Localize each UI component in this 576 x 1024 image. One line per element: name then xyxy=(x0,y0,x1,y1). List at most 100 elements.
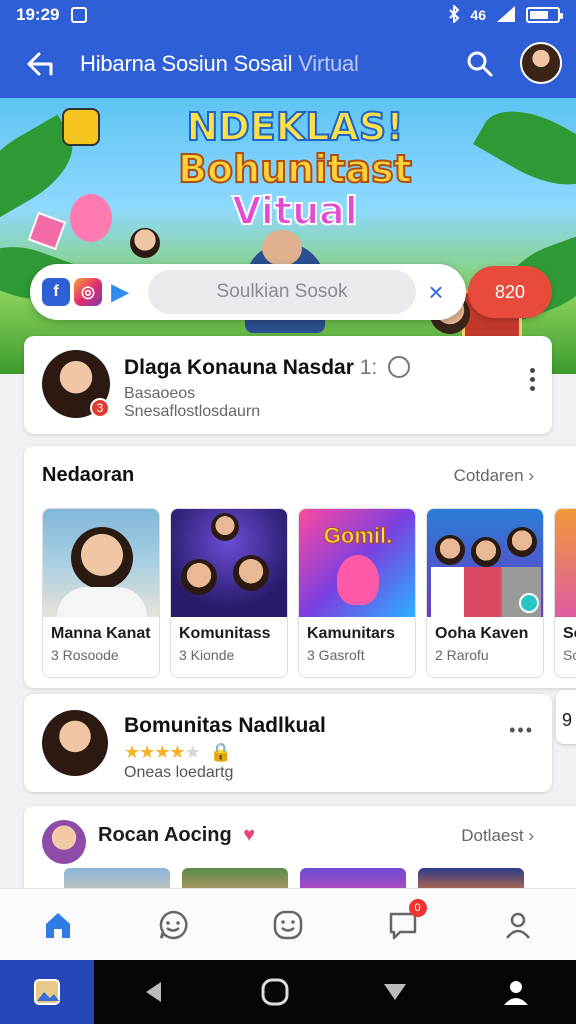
user-avatar[interactable] xyxy=(520,42,562,84)
back-arrow-icon xyxy=(27,52,53,76)
banner-title-line3: Vitual xyxy=(231,189,359,233)
star-empty-icon: ★ xyxy=(184,742,201,762)
battery-icon xyxy=(526,7,563,23)
clear-icon[interactable]: × xyxy=(416,277,456,308)
featured-name: Bomunitas Nadlkual xyxy=(124,714,326,737)
messages-badge: 0 xyxy=(408,899,427,917)
bottom-navigation: 0 xyxy=(0,888,576,960)
nav-emoji[interactable] xyxy=(230,889,345,960)
status-bar: 19:29 46 xyxy=(0,0,576,30)
star-icon: ★ xyxy=(139,742,155,762)
facebook-icon[interactable]: f xyxy=(42,278,70,306)
tile-sub: Sor xyxy=(563,647,576,663)
nav-profile[interactable] xyxy=(461,889,576,960)
banner-title-line1: NDEKLAS! xyxy=(185,105,404,149)
bluetooth-icon xyxy=(448,3,460,26)
account-nav-button[interactable] xyxy=(456,977,576,1007)
chat-smile-icon xyxy=(159,910,188,939)
person-icon xyxy=(503,981,528,1005)
hero-banner: NDEKLAS! Bohunitast Vitual xyxy=(0,98,576,374)
recent-app-button[interactable] xyxy=(0,960,94,1024)
network-label: 46 xyxy=(470,7,486,23)
banner-title-line2: Bohunitast xyxy=(177,147,413,191)
app-bar: Hibarna Sosiun Sosail Virtual xyxy=(0,30,576,98)
profile-card[interactable]: 3 Dlaga Konauna Nasdar 1: Basaoeos Snesa… xyxy=(24,336,552,434)
tile-name: Komunitass xyxy=(179,625,271,642)
star-icon: ★ xyxy=(124,742,140,762)
globe-icon xyxy=(388,356,410,378)
back-button[interactable] xyxy=(0,49,80,79)
profile-line1: Basaoeos xyxy=(124,385,196,402)
home-icon xyxy=(45,912,70,938)
chevron-right-icon: › xyxy=(528,826,534,845)
tile-sub: 3 Gasroft xyxy=(307,647,365,663)
signal-icon xyxy=(496,5,516,26)
community-tile[interactable]: Komunitass 3 Kionde xyxy=(170,508,288,678)
rating-stars: ★★★★★ 🔒 xyxy=(124,742,232,763)
section-avatar xyxy=(42,820,86,864)
lock-icon: 🔒 xyxy=(209,742,232,762)
system-navigation xyxy=(0,960,576,1024)
home-nav-button[interactable] xyxy=(215,977,336,1007)
banner-title: NDEKLAS! Bohunitast Vitual xyxy=(170,105,420,233)
star-icon: ★ xyxy=(154,742,170,762)
back-nav-button[interactable] xyxy=(94,979,215,1005)
status-time: 19:29 xyxy=(16,5,60,24)
profile-line2: Snesaflostlosdaurn xyxy=(124,403,261,420)
smile-icon xyxy=(273,910,303,939)
search-icon xyxy=(467,51,493,77)
nav-messages[interactable]: 0 xyxy=(346,889,461,960)
community-tile[interactable]: Gomil. Kamunitars 3 Gasroft xyxy=(298,508,416,678)
more-options-icon[interactable] xyxy=(530,368,536,395)
featured-community-card[interactable]: Bomunitas Nadlkual ★★★★★ 🔒 Oneas loedart… xyxy=(24,694,552,792)
notification-icon xyxy=(71,7,88,23)
instagram-icon[interactable]: ◎ xyxy=(74,278,102,306)
side-peek-card[interactable]: 9 xyxy=(556,690,576,744)
tile-name: Manna Kanat xyxy=(51,625,151,642)
emoji-block-icon xyxy=(62,108,100,146)
circle-home-icon xyxy=(261,978,289,1006)
tile-name: Ooha Kaven xyxy=(435,625,529,642)
tile-name: Kamunitars xyxy=(307,625,396,642)
search-input[interactable]: Soulkian Sosok xyxy=(148,270,416,314)
nav-home[interactable] xyxy=(0,889,115,960)
tile-image-text: Gomil. xyxy=(323,523,393,549)
profile-name-text: Dlaga Konauna Nasdar xyxy=(124,356,354,379)
featured-sub: Oneas loedartg xyxy=(124,764,234,781)
app-icon-group: f ◎ ▶ xyxy=(42,278,134,306)
section-title: Nedaoran xyxy=(42,464,135,486)
profile-badge: 3 xyxy=(90,398,110,418)
heart-icon: ♥ xyxy=(243,824,256,846)
recent-more-label: Dotlaest xyxy=(461,826,524,845)
recent-more-link[interactable]: Dotlaest › xyxy=(461,826,534,846)
more-dots-icon[interactable]: ••• xyxy=(509,720,534,741)
banner-search-bar: f ◎ ▶ Soulkian Sosok × xyxy=(30,264,466,320)
featured-avatar[interactable] xyxy=(42,710,108,776)
person-icon xyxy=(506,912,531,939)
search-button[interactable] xyxy=(466,50,494,83)
play-icon[interactable]: ▶ xyxy=(106,278,134,306)
triangle-down-icon xyxy=(384,984,407,1000)
app-title: Hibarna Sosiun Sosail Virtual xyxy=(80,51,359,77)
section-more-label: Cotdaren xyxy=(453,466,524,485)
section-more-link[interactable]: Cotdaren › xyxy=(454,466,534,486)
community-tile[interactable]: Manna Kanat 3 Rosoode xyxy=(42,508,160,678)
community-section: Nedaoran Cotdaren › Manna Kanat 3 Rosood… xyxy=(24,446,576,688)
nav-community[interactable] xyxy=(115,889,230,960)
recent-title: Rocan Aocing ♥ xyxy=(98,824,255,847)
app-title-dim: Virtual xyxy=(298,51,359,76)
tile-sub: 3 Rosoode xyxy=(51,647,119,663)
profile-name: Dlaga Konauna Nasdar 1: xyxy=(124,356,377,380)
sticker-icon xyxy=(27,211,67,251)
community-tile[interactable]: Sor Sor xyxy=(554,508,576,678)
count-button[interactable]: 820 xyxy=(468,266,552,318)
profile-name-suffix: 1: xyxy=(359,356,378,379)
tile-sub: 2 Rarofu xyxy=(435,647,489,663)
community-tile[interactable]: Ooha Kaven 2 Rarofu xyxy=(426,508,544,678)
tile-name: Sor xyxy=(563,625,576,642)
recents-nav-button[interactable] xyxy=(335,979,456,1005)
tile-sub: 3 Kionde xyxy=(179,647,235,663)
chevron-right-icon: › xyxy=(528,466,534,485)
tile-list: Manna Kanat 3 Rosoode Komunitass 3 Kiond… xyxy=(42,508,576,678)
triangle-back-icon xyxy=(146,982,162,1002)
